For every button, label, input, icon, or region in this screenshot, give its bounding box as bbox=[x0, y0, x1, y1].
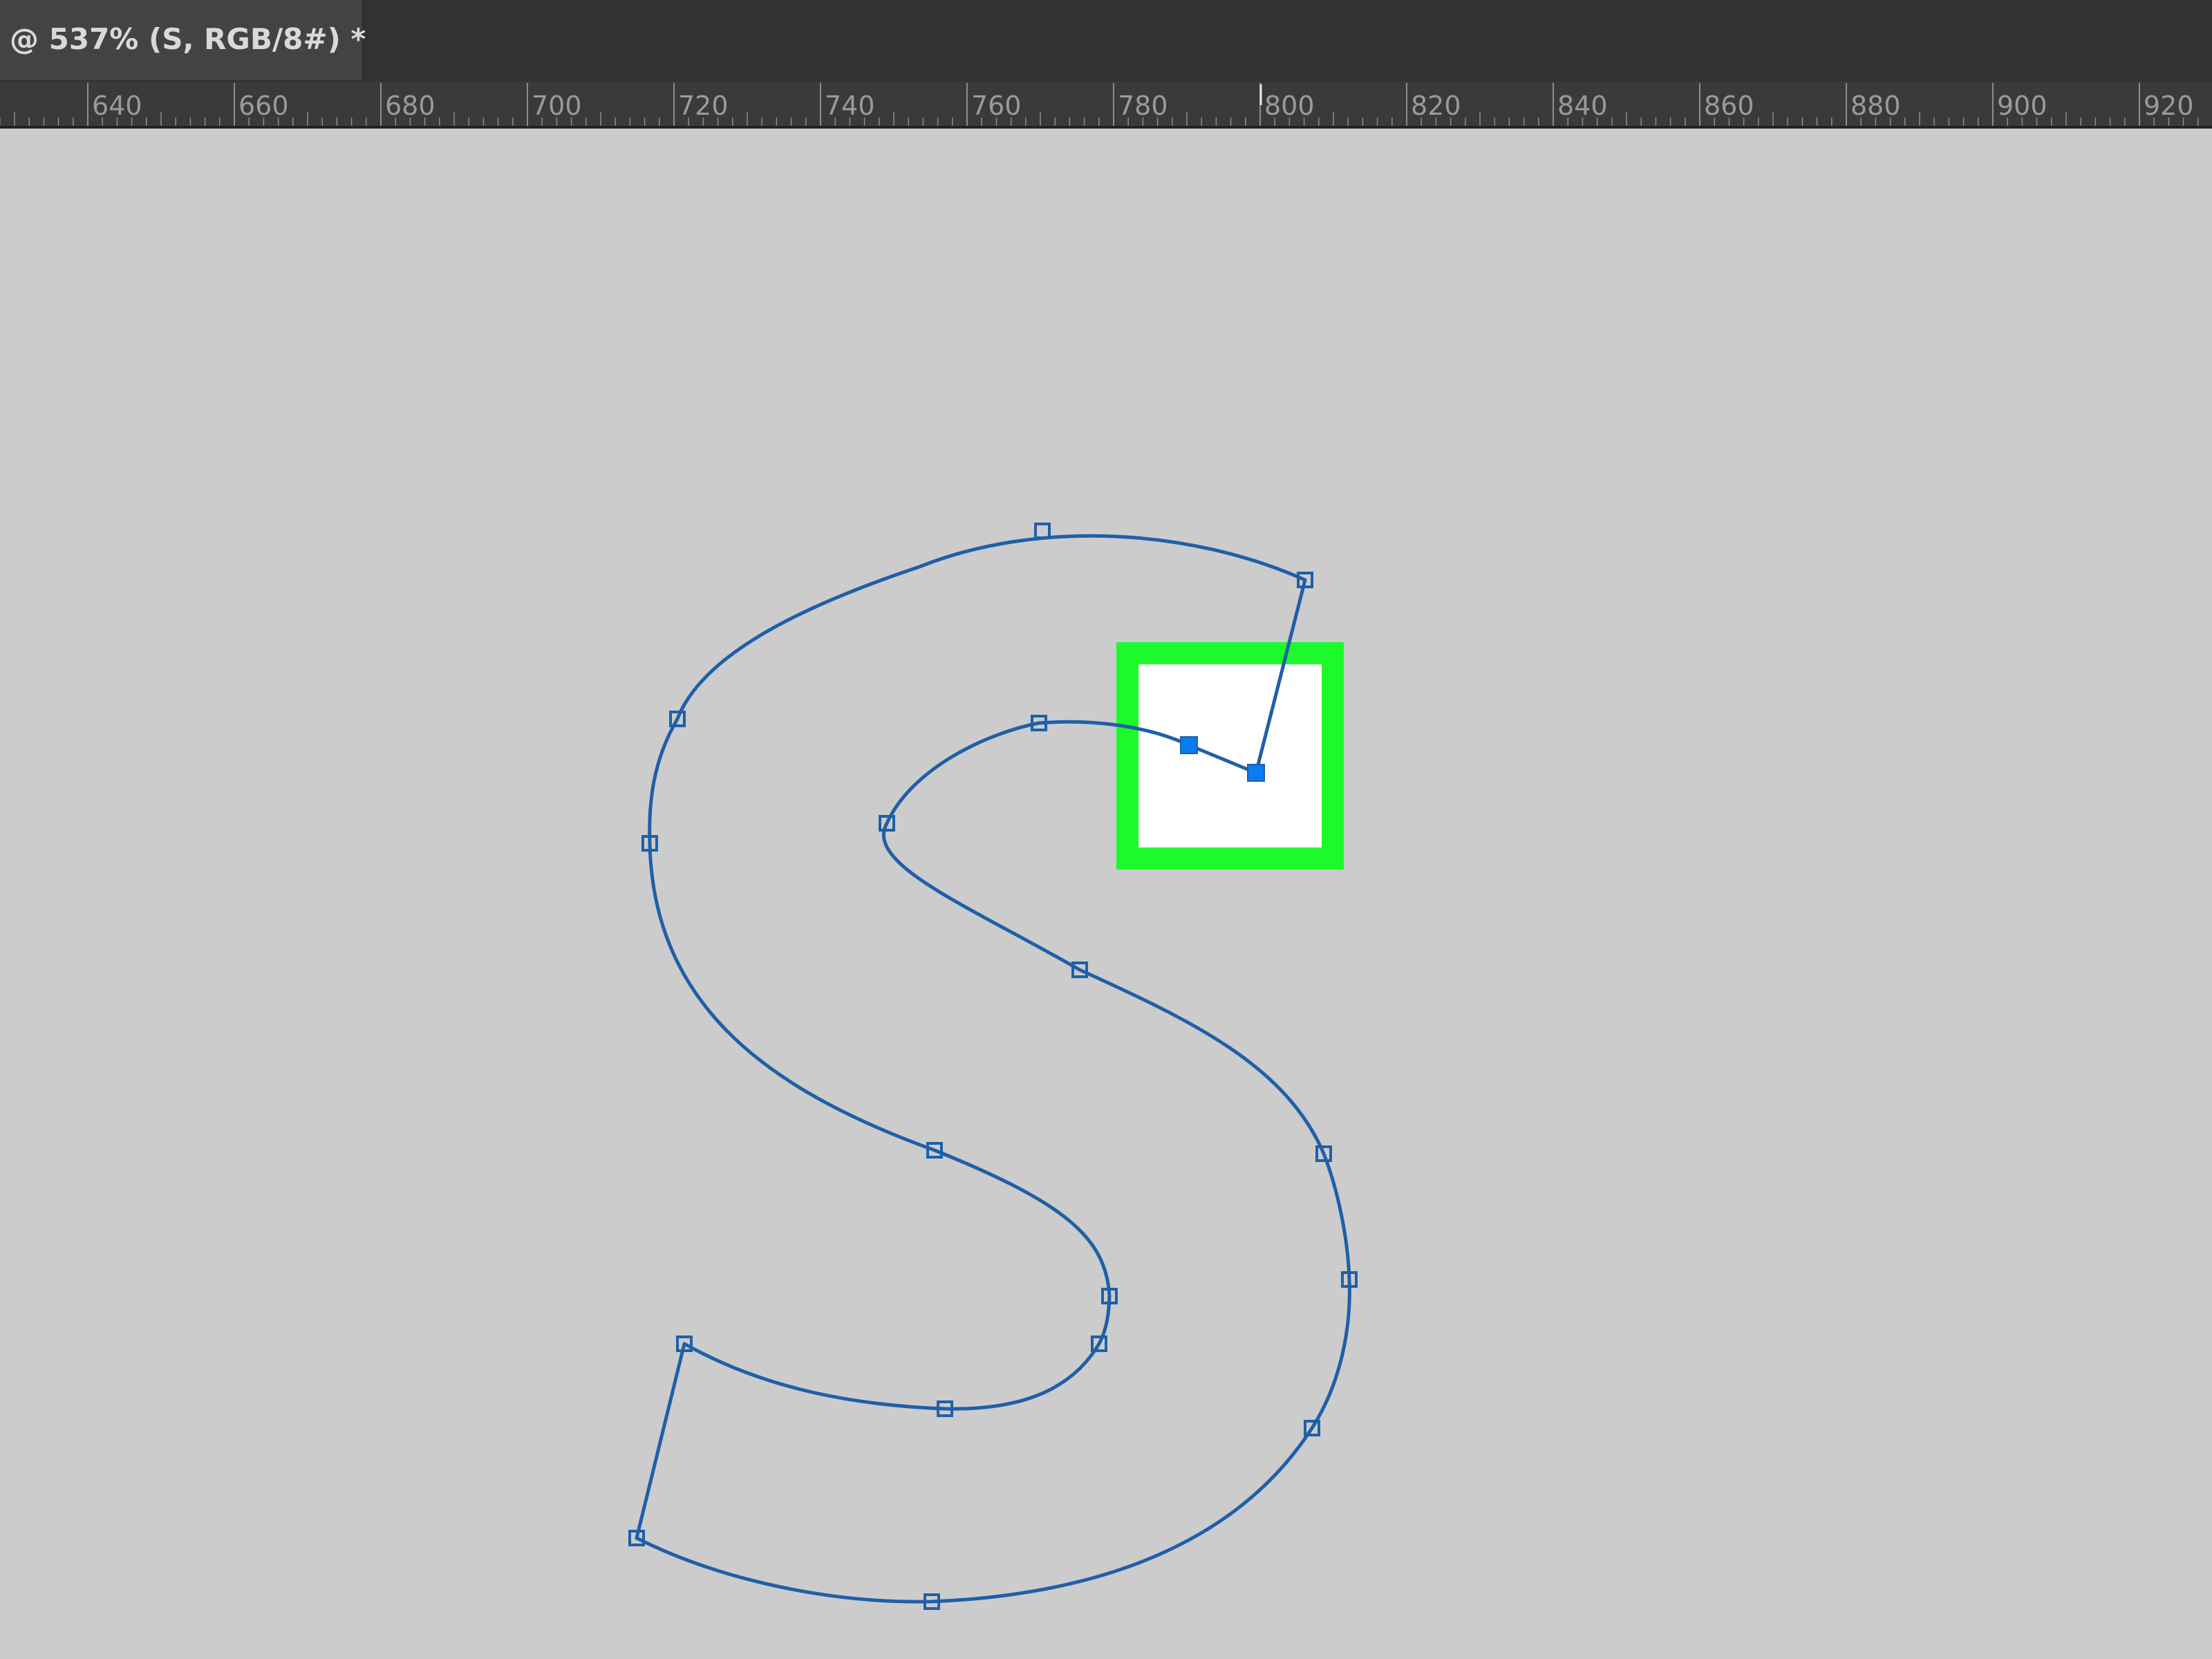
highlight-rect bbox=[1116, 642, 1344, 870]
anchor-point[interactable] bbox=[1034, 523, 1051, 539]
photoshop-window: @ 537% (S, RGB/8#) * 640 660 680 700 720 740 7… bbox=[0, 0, 2212, 1659]
document-canvas[interactable] bbox=[0, 129, 2212, 1659]
highlight-box bbox=[1116, 642, 1344, 870]
selected-anchor-point[interactable] bbox=[1247, 764, 1265, 782]
selected-anchor-point[interactable] bbox=[1180, 736, 1198, 754]
canvas-drawing bbox=[628, 523, 1358, 1610]
